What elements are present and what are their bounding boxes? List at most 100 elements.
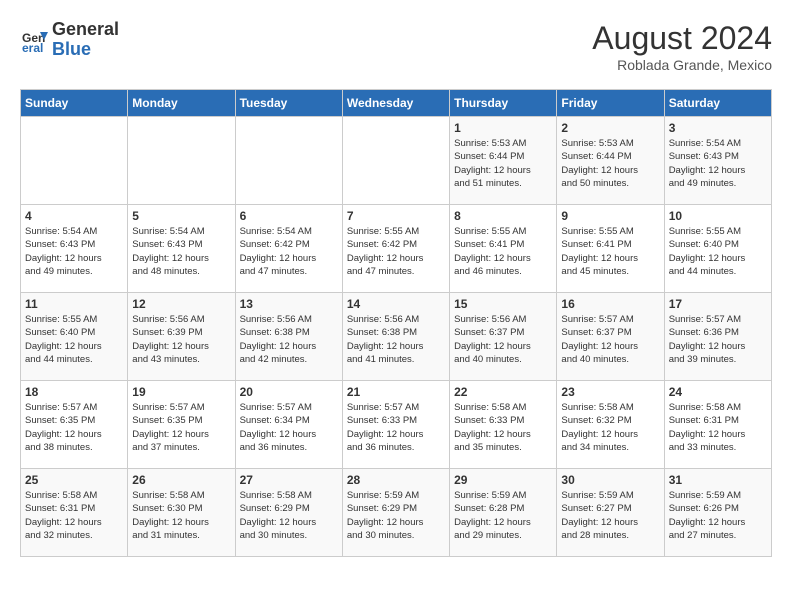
calendar-day-cell: 1 Sunrise: 5:53 AM Sunset: 6:44 PM Daylig… — [450, 117, 557, 205]
day-info: Sunrise: 5:58 AM Sunset: 6:30 PM Dayligh… — [132, 489, 230, 542]
day-number: 1 — [454, 121, 552, 135]
calendar-table: SundayMondayTuesdayWednesdayThursdayFrid… — [20, 89, 772, 557]
day-info: Sunrise: 5:58 AM Sunset: 6:29 PM Dayligh… — [240, 489, 338, 542]
day-info: Sunrise: 5:56 AM Sunset: 6:38 PM Dayligh… — [240, 313, 338, 366]
calendar-day-cell: 30 Sunrise: 5:59 AM Sunset: 6:27 PM Dayli… — [557, 469, 664, 557]
day-number: 13 — [240, 297, 338, 311]
calendar-day-cell: 6Sunrise: 5:54 AM Sunset: 6:42 PM Daylig… — [235, 205, 342, 293]
day-info: Sunrise: 5:54 AM Sunset: 6:43 PM Dayligh… — [132, 225, 230, 278]
day-info: Sunrise: 5:53 AM Sunset: 6:44 PM Dayligh… — [454, 137, 552, 190]
day-number: 28 — [347, 473, 445, 487]
day-number: 6 — [240, 209, 338, 223]
day-number: 27 — [240, 473, 338, 487]
day-info: Sunrise: 5:58 AM Sunset: 6:33 PM Dayligh… — [454, 401, 552, 454]
day-info: Sunrise: 5:57 AM Sunset: 6:35 PM Dayligh… — [25, 401, 123, 454]
day-info: Sunrise: 5:56 AM Sunset: 6:38 PM Dayligh… — [347, 313, 445, 366]
weekday-header: Friday — [557, 90, 664, 117]
day-info: Sunrise: 5:59 AM Sunset: 6:28 PM Dayligh… — [454, 489, 552, 542]
calendar-day-cell: 31 Sunrise: 5:59 AM Sunset: 6:26 PM Dayli… — [664, 469, 771, 557]
day-number: 30 — [561, 473, 659, 487]
weekday-header: Sunday — [21, 90, 128, 117]
day-number: 9 — [561, 209, 659, 223]
day-number: 23 — [561, 385, 659, 399]
calendar-day-cell: 16 Sunrise: 5:57 AM Sunset: 6:37 PM Dayli… — [557, 293, 664, 381]
month-year-title: August 2024 — [592, 20, 772, 57]
logo: Gen eral General Blue — [20, 20, 119, 60]
weekday-header: Monday — [128, 90, 235, 117]
calendar-day-cell: 5 Sunrise: 5:54 AM Sunset: 6:43 PM Daylig… — [128, 205, 235, 293]
day-info: Sunrise: 5:55 AM Sunset: 6:40 PM Dayligh… — [25, 313, 123, 366]
calendar-week-row: 1 Sunrise: 5:53 AM Sunset: 6:44 PM Daylig… — [21, 117, 772, 205]
day-number: 20 — [240, 385, 338, 399]
day-info: Sunrise: 5:57 AM Sunset: 6:36 PM Dayligh… — [669, 313, 767, 366]
calendar-day-cell: 22 Sunrise: 5:58 AM Sunset: 6:33 PM Dayli… — [450, 381, 557, 469]
calendar-day-cell: 12Sunrise: 5:56 AM Sunset: 6:39 PM Dayli… — [128, 293, 235, 381]
calendar-day-cell: 18 Sunrise: 5:57 AM Sunset: 6:35 PM Dayli… — [21, 381, 128, 469]
day-number: 5 — [132, 209, 230, 223]
day-number: 18 — [25, 385, 123, 399]
day-number: 12 — [132, 297, 230, 311]
day-number: 10 — [669, 209, 767, 223]
day-info: Sunrise: 5:59 AM Sunset: 6:26 PM Dayligh… — [669, 489, 767, 542]
day-number: 8 — [454, 209, 552, 223]
calendar-day-cell — [128, 117, 235, 205]
day-info: Sunrise: 5:57 AM Sunset: 6:34 PM Dayligh… — [240, 401, 338, 454]
day-number: 26 — [132, 473, 230, 487]
day-info: Sunrise: 5:57 AM Sunset: 6:33 PM Dayligh… — [347, 401, 445, 454]
day-info: Sunrise: 5:55 AM Sunset: 6:40 PM Dayligh… — [669, 225, 767, 278]
calendar-day-cell: 13 Sunrise: 5:56 AM Sunset: 6:38 PM Dayli… — [235, 293, 342, 381]
calendar-day-cell: 26 Sunrise: 5:58 AM Sunset: 6:30 PM Dayli… — [128, 469, 235, 557]
weekday-header: Thursday — [450, 90, 557, 117]
title-block: August 2024 Roblada Grande, Mexico — [592, 20, 772, 73]
day-info: Sunrise: 5:58 AM Sunset: 6:31 PM Dayligh… — [25, 489, 123, 542]
day-number: 25 — [25, 473, 123, 487]
page-header: Gen eral General Blue August 2024 Roblad… — [20, 20, 772, 73]
day-number: 19 — [132, 385, 230, 399]
calendar-day-cell: 14 Sunrise: 5:56 AM Sunset: 6:38 PM Dayli… — [342, 293, 449, 381]
calendar-day-cell: 8Sunrise: 5:55 AM Sunset: 6:41 PM Daylig… — [450, 205, 557, 293]
day-number: 14 — [347, 297, 445, 311]
calendar-day-cell: 20 Sunrise: 5:57 AM Sunset: 6:34 PM Dayli… — [235, 381, 342, 469]
day-number: 15 — [454, 297, 552, 311]
weekday-header: Wednesday — [342, 90, 449, 117]
location-subtitle: Roblada Grande, Mexico — [592, 57, 772, 73]
calendar-day-cell: 19 Sunrise: 5:57 AM Sunset: 6:35 PM Dayli… — [128, 381, 235, 469]
day-number: 16 — [561, 297, 659, 311]
day-info: Sunrise: 5:54 AM Sunset: 6:43 PM Dayligh… — [669, 137, 767, 190]
day-info: Sunrise: 5:58 AM Sunset: 6:31 PM Dayligh… — [669, 401, 767, 454]
calendar-day-cell: 29 Sunrise: 5:59 AM Sunset: 6:28 PM Dayli… — [450, 469, 557, 557]
day-info: Sunrise: 5:58 AM Sunset: 6:32 PM Dayligh… — [561, 401, 659, 454]
day-info: Sunrise: 5:53 AM Sunset: 6:44 PM Dayligh… — [561, 137, 659, 190]
calendar-day-cell: 15 Sunrise: 5:56 AM Sunset: 6:37 PM Dayli… — [450, 293, 557, 381]
calendar-week-row: 11 Sunrise: 5:55 AM Sunset: 6:40 PM Dayli… — [21, 293, 772, 381]
day-info: Sunrise: 5:56 AM Sunset: 6:37 PM Dayligh… — [454, 313, 552, 366]
day-number: 21 — [347, 385, 445, 399]
day-number: 2 — [561, 121, 659, 135]
day-number: 29 — [454, 473, 552, 487]
calendar-day-cell: 21 Sunrise: 5:57 AM Sunset: 6:33 PM Dayli… — [342, 381, 449, 469]
calendar-day-cell: 2 Sunrise: 5:53 AM Sunset: 6:44 PM Daylig… — [557, 117, 664, 205]
day-info: Sunrise: 5:59 AM Sunset: 6:27 PM Dayligh… — [561, 489, 659, 542]
svg-text:eral: eral — [22, 41, 43, 54]
calendar-day-cell: 10 Sunrise: 5:55 AM Sunset: 6:40 PM Dayli… — [664, 205, 771, 293]
calendar-day-cell: 28 Sunrise: 5:59 AM Sunset: 6:29 PM Dayli… — [342, 469, 449, 557]
day-number: 24 — [669, 385, 767, 399]
day-number: 11 — [25, 297, 123, 311]
logo-icon: Gen eral — [20, 26, 48, 54]
day-number: 22 — [454, 385, 552, 399]
weekday-header: Saturday — [664, 90, 771, 117]
calendar-day-cell: 3Sunrise: 5:54 AM Sunset: 6:43 PM Daylig… — [664, 117, 771, 205]
calendar-day-cell: 11 Sunrise: 5:55 AM Sunset: 6:40 PM Dayli… — [21, 293, 128, 381]
calendar-day-cell: 24 Sunrise: 5:58 AM Sunset: 6:31 PM Dayli… — [664, 381, 771, 469]
logo-text: General Blue — [52, 20, 119, 60]
calendar-day-cell: 7Sunrise: 5:55 AM Sunset: 6:42 PM Daylig… — [342, 205, 449, 293]
calendar-day-cell: 27 Sunrise: 5:58 AM Sunset: 6:29 PM Dayli… — [235, 469, 342, 557]
day-info: Sunrise: 5:55 AM Sunset: 6:42 PM Dayligh… — [347, 225, 445, 278]
day-info: Sunrise: 5:57 AM Sunset: 6:37 PM Dayligh… — [561, 313, 659, 366]
day-number: 31 — [669, 473, 767, 487]
day-info: Sunrise: 5:59 AM Sunset: 6:29 PM Dayligh… — [347, 489, 445, 542]
weekday-header-row: SundayMondayTuesdayWednesdayThursdayFrid… — [21, 90, 772, 117]
calendar-week-row: 18 Sunrise: 5:57 AM Sunset: 6:35 PM Dayli… — [21, 381, 772, 469]
day-info: Sunrise: 5:57 AM Sunset: 6:35 PM Dayligh… — [132, 401, 230, 454]
calendar-day-cell — [342, 117, 449, 205]
